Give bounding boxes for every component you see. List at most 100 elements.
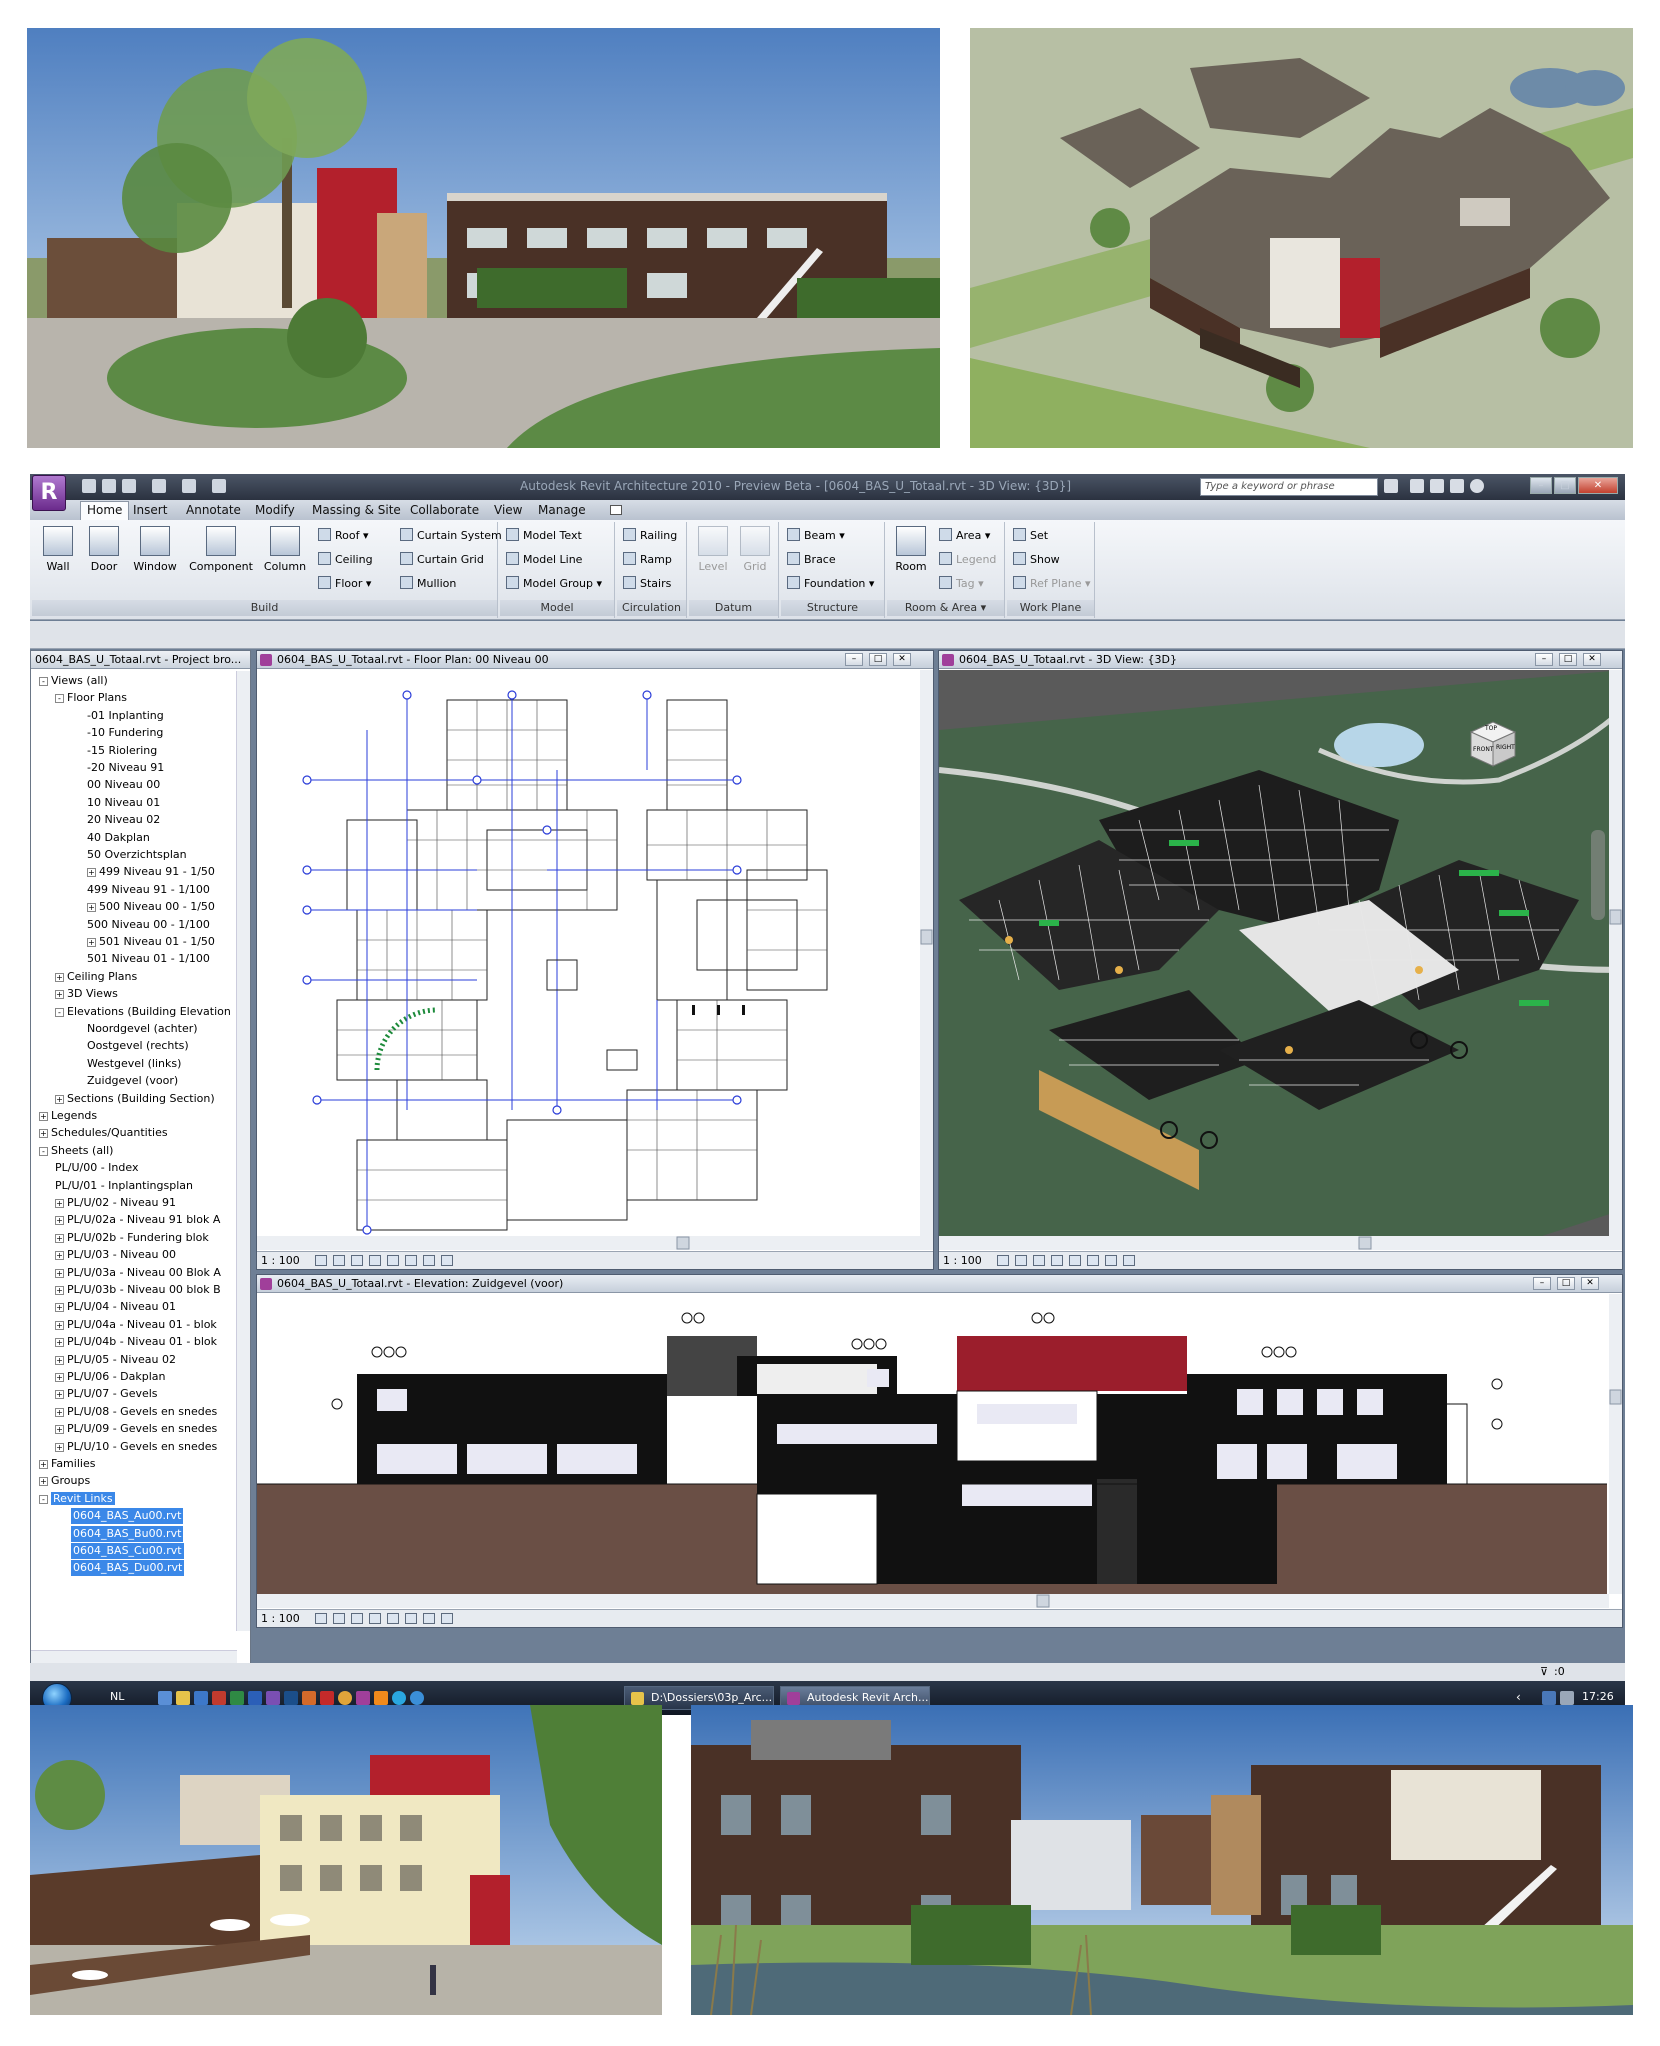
quicklaunch-skype-icon[interactable] — [392, 1691, 406, 1705]
browser-item[interactable]: + Groups — [39, 1473, 90, 1489]
browser-item[interactable]: 0604_BAS_Au00.rvt — [71, 1508, 184, 1525]
elevation-canvas[interactable] — [257, 1294, 1622, 1608]
expand-icon[interactable]: + — [39, 1129, 48, 1139]
browser-vertical-scrollbar[interactable] — [236, 671, 250, 1631]
floor-plan-restore-button[interactable]: □ — [869, 653, 887, 666]
browser-item[interactable]: 50 Overzichtsplan — [87, 847, 187, 863]
expand-icon[interactable]: + — [87, 903, 96, 913]
browser-item[interactable]: 500 Niveau 00 - 1/100 — [87, 917, 210, 933]
quicklaunch-pdf-icon[interactable] — [320, 1691, 334, 1705]
browser-item[interactable]: - Revit Links — [39, 1491, 115, 1507]
collapse-icon[interactable]: - — [55, 1007, 64, 1017]
subscription-icon[interactable] — [1410, 479, 1424, 493]
browser-item[interactable]: Westgevel (links) — [87, 1056, 181, 1072]
filter-icon[interactable]: ⊽ — [1540, 1665, 1548, 1678]
3d-view-minimize-button[interactable]: – — [1535, 653, 1553, 666]
stairs-button[interactable]: Stairs — [623, 576, 671, 590]
tray-chevron-icon[interactable]: ‹ — [1516, 1690, 1521, 1704]
browser-item[interactable]: + PL/U/07 - Gevels — [55, 1386, 158, 1402]
level-button[interactable]: Level — [695, 526, 731, 573]
browser-item[interactable]: -10 Fundering — [87, 725, 163, 741]
ceiling-button[interactable]: Ceiling — [318, 552, 373, 566]
visual-style-icon[interactable] — [1015, 1255, 1027, 1266]
show-crop-icon[interactable] — [405, 1255, 417, 1266]
expand-icon[interactable]: + — [55, 1233, 64, 1243]
quicklaunch-chrome-icon[interactable] — [338, 1691, 352, 1705]
door-button[interactable]: Door — [84, 526, 124, 573]
wall-button[interactable]: Wall — [38, 526, 78, 573]
browser-item[interactable]: + PL/U/03b - Niveau 00 blok B — [55, 1282, 221, 1298]
show-button[interactable]: Show — [1013, 552, 1060, 566]
browser-item[interactable]: -20 Niveau 91 — [87, 760, 164, 776]
quicklaunch-revit-icon[interactable] — [356, 1691, 370, 1705]
browser-item[interactable]: + PL/U/04b - Niveau 01 - blok — [55, 1334, 217, 1350]
browser-horizontal-scrollbar[interactable] — [31, 1650, 237, 1664]
browser-item[interactable]: -01 Inplanting — [87, 708, 164, 724]
quicklaunch-photoshop-icon[interactable] — [284, 1691, 298, 1705]
shadows-icon[interactable] — [1051, 1255, 1063, 1266]
network-tray-icon[interactable] — [1542, 1691, 1556, 1705]
expand-icon[interactable]: + — [55, 990, 64, 1000]
grid-button[interactable]: Grid — [737, 526, 773, 573]
model-line-button[interactable]: Model Line — [506, 552, 582, 566]
tab-collaborate[interactable]: Collaborate — [410, 503, 479, 517]
3d-view[interactable]: 0604_BAS_U_Totaal.rvt - 3D View: {3D} – … — [938, 650, 1623, 1270]
detail-level-icon[interactable] — [315, 1613, 327, 1624]
browser-item[interactable]: + PL/U/03 - Niveau 00 — [55, 1247, 176, 1263]
browser-item[interactable]: + PL/U/05 - Niveau 02 — [55, 1352, 176, 1368]
expand-icon[interactable]: + — [55, 1338, 64, 1348]
browser-item[interactable]: 20 Niveau 02 — [87, 812, 160, 828]
show-crop-icon[interactable] — [1087, 1255, 1099, 1266]
3d-view-horizontal-scrollbar[interactable] — [939, 1236, 1609, 1250]
quicklaunch-desktop-icon[interactable] — [158, 1691, 172, 1705]
browser-item[interactable]: + PL/U/04a - Niveau 01 - blok — [55, 1317, 217, 1333]
expand-icon[interactable]: + — [55, 1373, 64, 1382]
browser-item[interactable]: - Floor Plans — [55, 690, 127, 706]
expand-icon[interactable]: + — [55, 1303, 64, 1313]
reveal-hidden-icon[interactable] — [1123, 1255, 1135, 1266]
browser-item[interactable]: + PL/U/02a - Niveau 91 blok A — [55, 1212, 220, 1228]
column-button[interactable]: Column — [260, 526, 310, 573]
browser-item[interactable]: 00 Niveau 00 — [87, 777, 160, 793]
curtain-grid-button[interactable]: Curtain Grid — [400, 552, 484, 566]
browser-item[interactable]: - Elevations (Building Elevation — [55, 1004, 231, 1020]
volume-tray-icon[interactable] — [1560, 1691, 1574, 1705]
floor-plan-view[interactable]: 0604_BAS_U_Totaal.rvt - Floor Plan: 00 N… — [256, 650, 934, 1270]
reveal-hidden-icon[interactable] — [441, 1613, 453, 1624]
expand-icon[interactable]: + — [55, 1199, 64, 1208]
save-icon[interactable] — [102, 479, 116, 493]
crop-view-icon[interactable] — [387, 1255, 399, 1266]
tab-view[interactable]: View — [494, 503, 522, 517]
floor-button[interactable]: Floor ▾ — [318, 576, 371, 590]
browser-item[interactable]: 0604_BAS_Du00.rvt — [71, 1560, 185, 1577]
sun-path-icon[interactable] — [1033, 1255, 1045, 1266]
browser-item[interactable]: + Schedules/Quantities — [39, 1125, 168, 1141]
quicklaunch-ie-icon[interactable] — [410, 1691, 424, 1705]
expand-icon[interactable]: + — [55, 972, 64, 982]
expand-icon[interactable]: + — [87, 938, 96, 947]
sun-path-icon[interactable] — [351, 1255, 363, 1266]
3d-view-canvas[interactable]: TOP FRONT RIGHT — [939, 670, 1622, 1250]
ref-plane-button[interactable]: Ref Plane ▾ — [1013, 576, 1091, 590]
quicklaunch-explorer-icon[interactable] — [176, 1691, 190, 1705]
floor-plan-horizontal-scrollbar[interactable] — [257, 1236, 920, 1250]
expand-icon[interactable]: + — [55, 1268, 64, 1278]
browser-item[interactable]: PL/U/00 - Index — [55, 1160, 138, 1176]
area-button[interactable]: Area ▾ — [939, 528, 990, 542]
browser-item[interactable]: Zuidgevel (voor) — [87, 1073, 178, 1089]
brace-button[interactable]: Brace — [787, 552, 836, 566]
browser-item[interactable]: +3D Views — [55, 986, 118, 1002]
reveal-hidden-icon[interactable] — [441, 1255, 453, 1266]
browser-item[interactable]: +500 Niveau 00 - 1/50 — [87, 899, 215, 915]
language-indicator[interactable]: NL — [110, 1690, 124, 1703]
minimize-button[interactable]: – — [1530, 477, 1552, 494]
browser-item[interactable]: 0604_BAS_Bu00.rvt — [71, 1525, 184, 1542]
ribbon-toggle-icon[interactable] — [610, 505, 622, 515]
measure-icon[interactable] — [182, 479, 196, 493]
browser-item[interactable]: 0604_BAS_Cu00.rvt — [71, 1543, 184, 1559]
redo-icon[interactable] — [152, 479, 166, 493]
expand-icon[interactable]: + — [39, 1460, 48, 1469]
elevation-vertical-scrollbar[interactable] — [1609, 1294, 1622, 1594]
undo-icon[interactable] — [122, 479, 136, 493]
model-group-button[interactable]: Model Group ▾ — [506, 576, 602, 590]
